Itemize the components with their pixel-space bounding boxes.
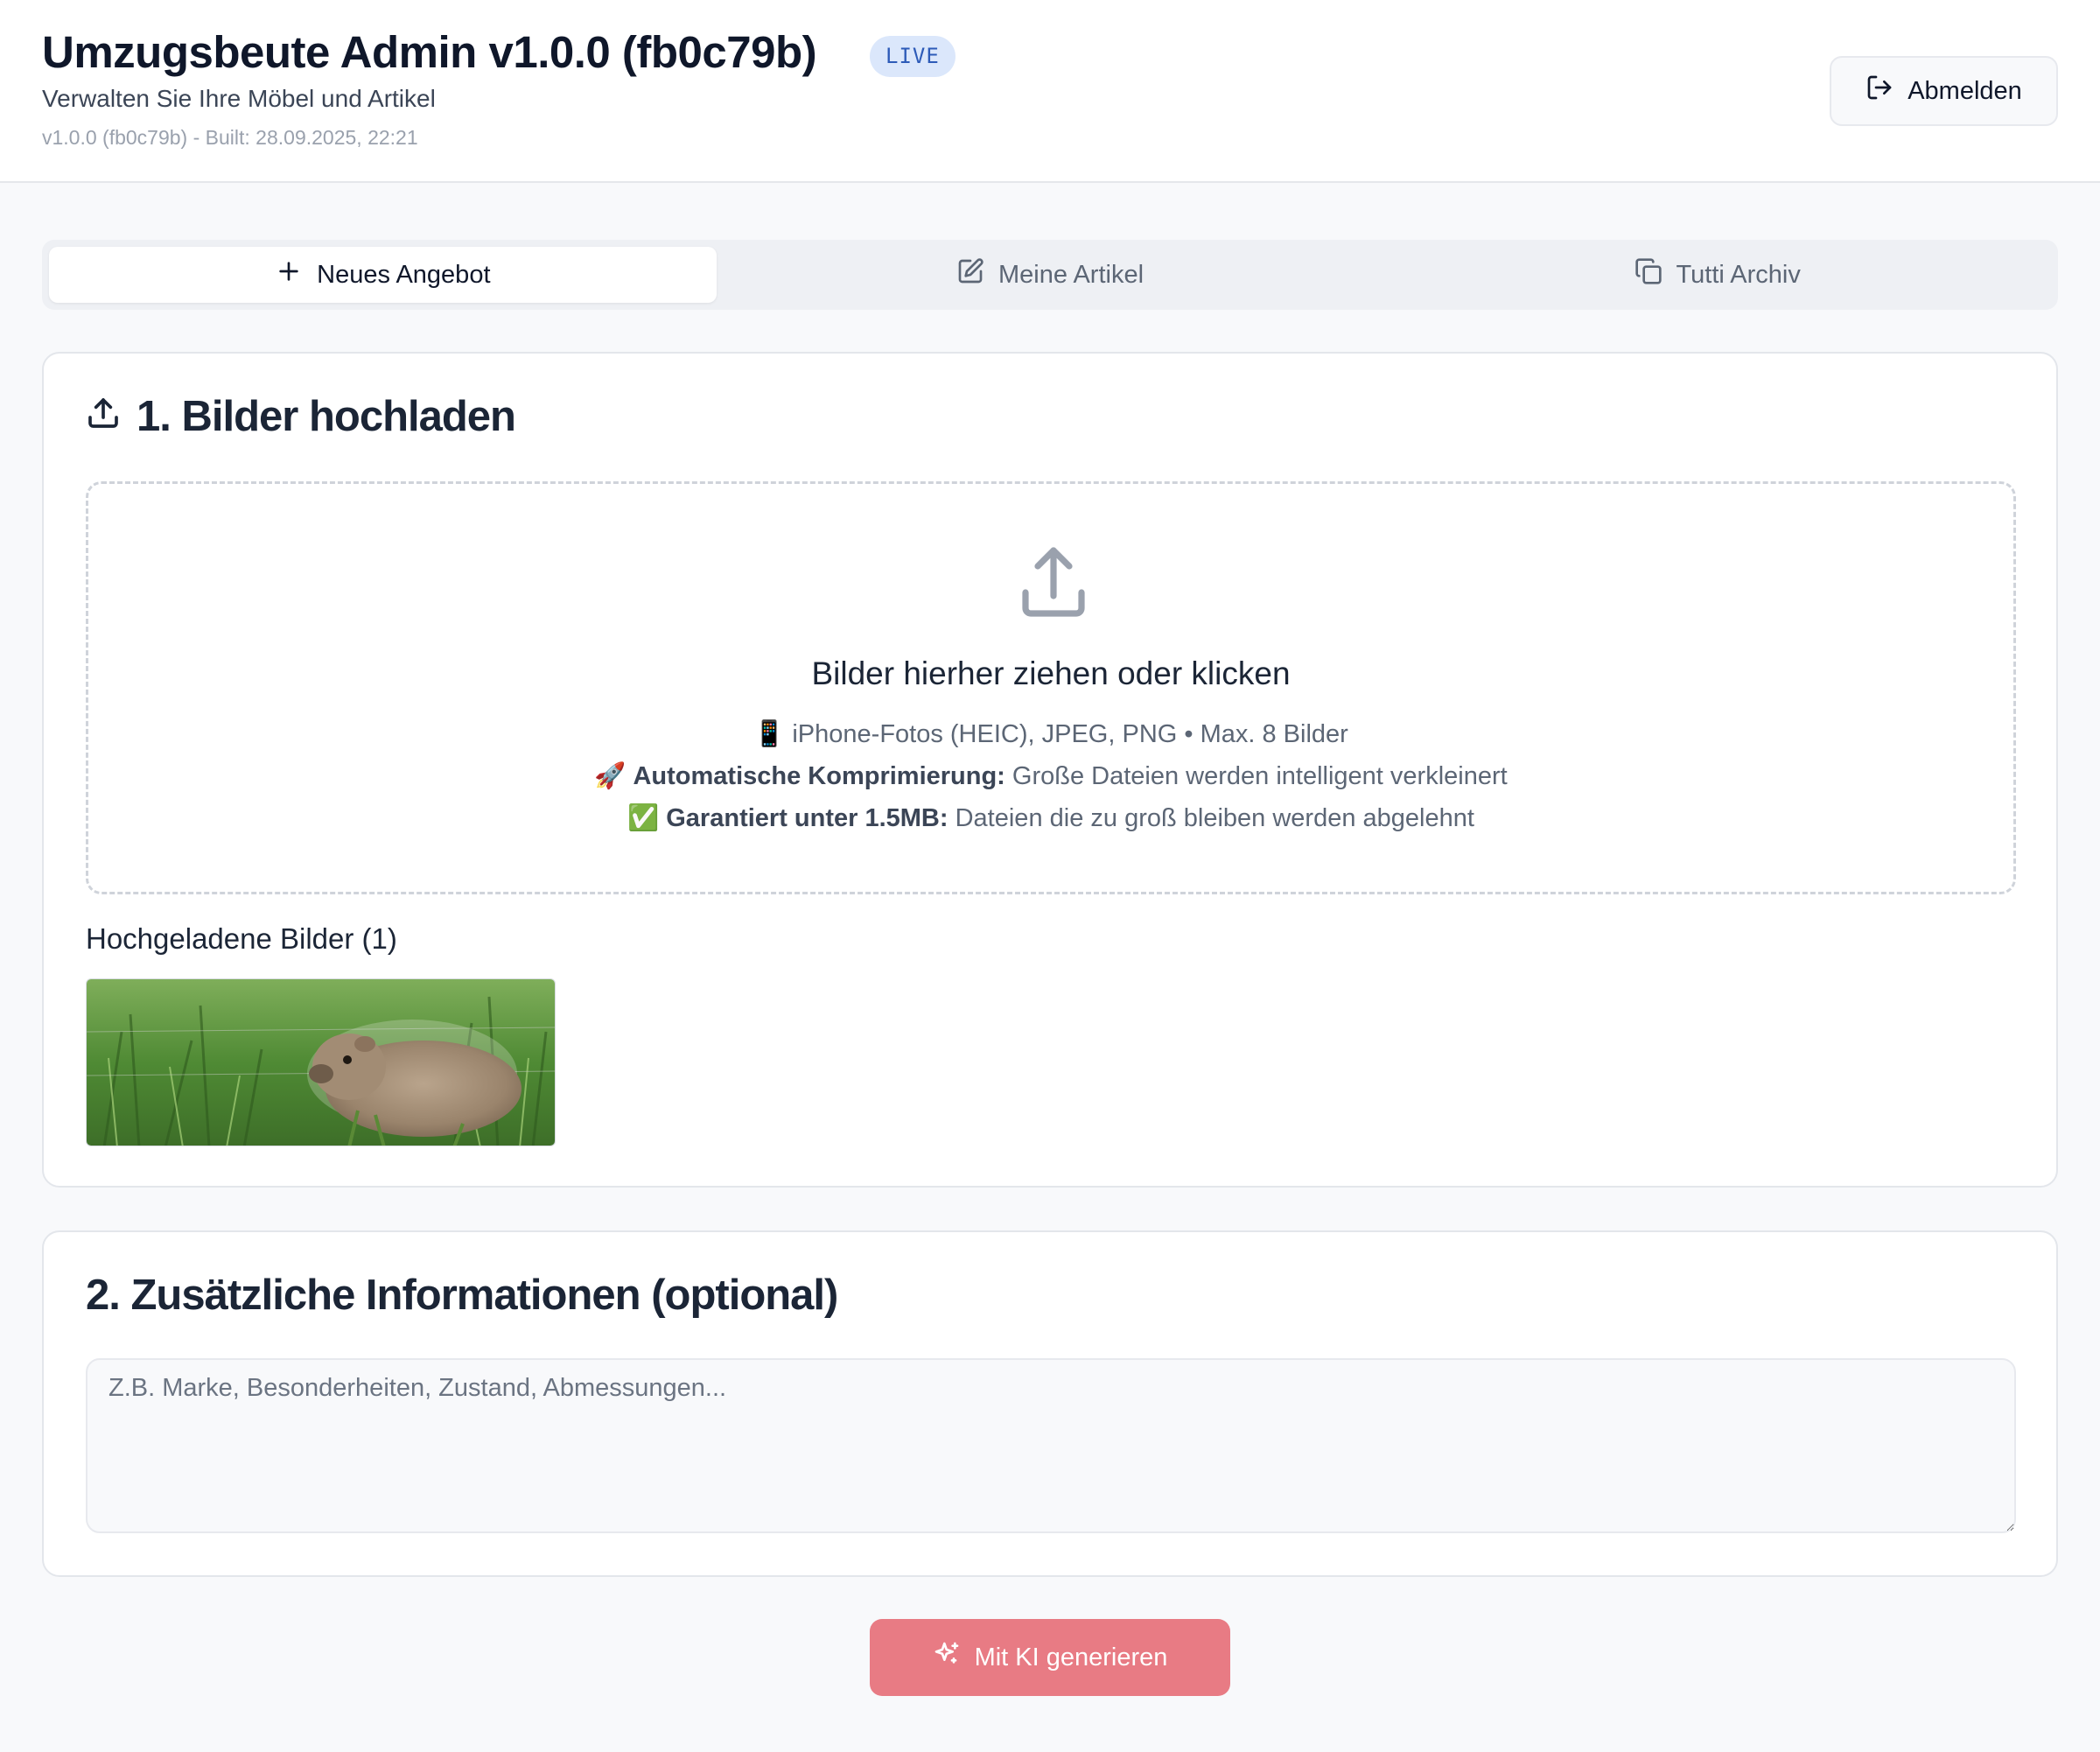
limit-text: Dateien die zu groß bleiben werden abgel… [955, 804, 1474, 832]
formats-text: iPhone-Fotos (HEIC), JPEG, PNG • Max. 8 … [792, 720, 1348, 748]
tab-label: Meine Artikel [998, 260, 1144, 289]
logout-button[interactable]: Abmelden [1830, 56, 2058, 126]
dropzone-limit: ✅ Garantiert unter 1.5MB: Dateien die zu… [88, 802, 2013, 833]
tab-label: Tutti Archiv [1676, 260, 1801, 289]
edit-icon [956, 257, 984, 292]
upload-icon [1012, 543, 1096, 627]
tab-tutti-archive[interactable]: Tutti Archiv [1383, 247, 2051, 303]
compression-text: Große Dateien werden intelligent verklei… [1012, 762, 1508, 790]
top-header: Umzugsbeute Admin v1.0.0 (fb0c79b) LIVE … [0, 0, 2100, 183]
upload-title-text: 1. Bilder hochladen [136, 393, 516, 440]
logout-label: Abmelden [1908, 76, 2022, 105]
dropzone-formats: 📱 iPhone-Fotos (HEIC), JPEG, PNG • Max. … [88, 718, 2013, 749]
info-section-title: 2. Zusätzliche Informationen (optional) [86, 1272, 838, 1319]
upload-icon [86, 392, 121, 441]
app-title: Umzugsbeute Admin v1.0.0 (fb0c79b) [42, 27, 817, 77]
sparkles-icon [933, 1640, 961, 1675]
app-subtitle: Verwalten Sie Ihre Möbel und Artikel [42, 85, 436, 112]
rocket-icon: 🚀 [594, 760, 626, 790]
tab-new-offer[interactable]: Neues Angebot [49, 247, 717, 303]
uploaded-images-label: Hochgeladene Bilder (1) [86, 922, 397, 955]
copy-icon [1634, 257, 1662, 292]
tab-label: Neues Angebot [317, 260, 491, 289]
uploaded-image-thumbnail[interactable] [86, 978, 556, 1146]
phone-icon: 📱 [753, 718, 786, 748]
limit-bold: Garantiert unter 1.5MB: [666, 804, 948, 832]
logout-icon [1866, 74, 1894, 109]
tab-my-items[interactable]: Meine Artikel [717, 247, 1384, 303]
build-info: v1.0.0 (fb0c79b) - Built: 28.09.2025, 22… [42, 126, 418, 149]
compression-bold: Automatische Komprimierung: [633, 762, 1005, 790]
generate-ai-button[interactable]: Mit KI generieren [870, 1619, 1230, 1696]
upload-section-title: 1. Bilder hochladen [86, 392, 516, 441]
dropzone-compression: 🚀 Automatische Komprimierung: Große Date… [88, 760, 2013, 791]
additional-info-textarea[interactable] [86, 1358, 2016, 1533]
upload-card: 1. Bilder hochladen Bilder hierher ziehe… [42, 352, 2058, 1188]
generate-label: Mit KI generieren [974, 1643, 1168, 1671]
check-icon: ✅ [627, 802, 660, 832]
main-tabs: Neues Angebot Meine Artikel Tutti Archiv [42, 240, 2058, 310]
plus-icon [275, 257, 303, 292]
live-badge: LIVE [870, 36, 956, 77]
image-dropzone[interactable]: Bilder hierher ziehen oder klicken 📱 iPh… [86, 481, 2016, 894]
additional-info-card: 2. Zusätzliche Informationen (optional) [42, 1230, 2058, 1577]
dropzone-title: Bilder hierher ziehen oder klicken [811, 655, 1291, 691]
